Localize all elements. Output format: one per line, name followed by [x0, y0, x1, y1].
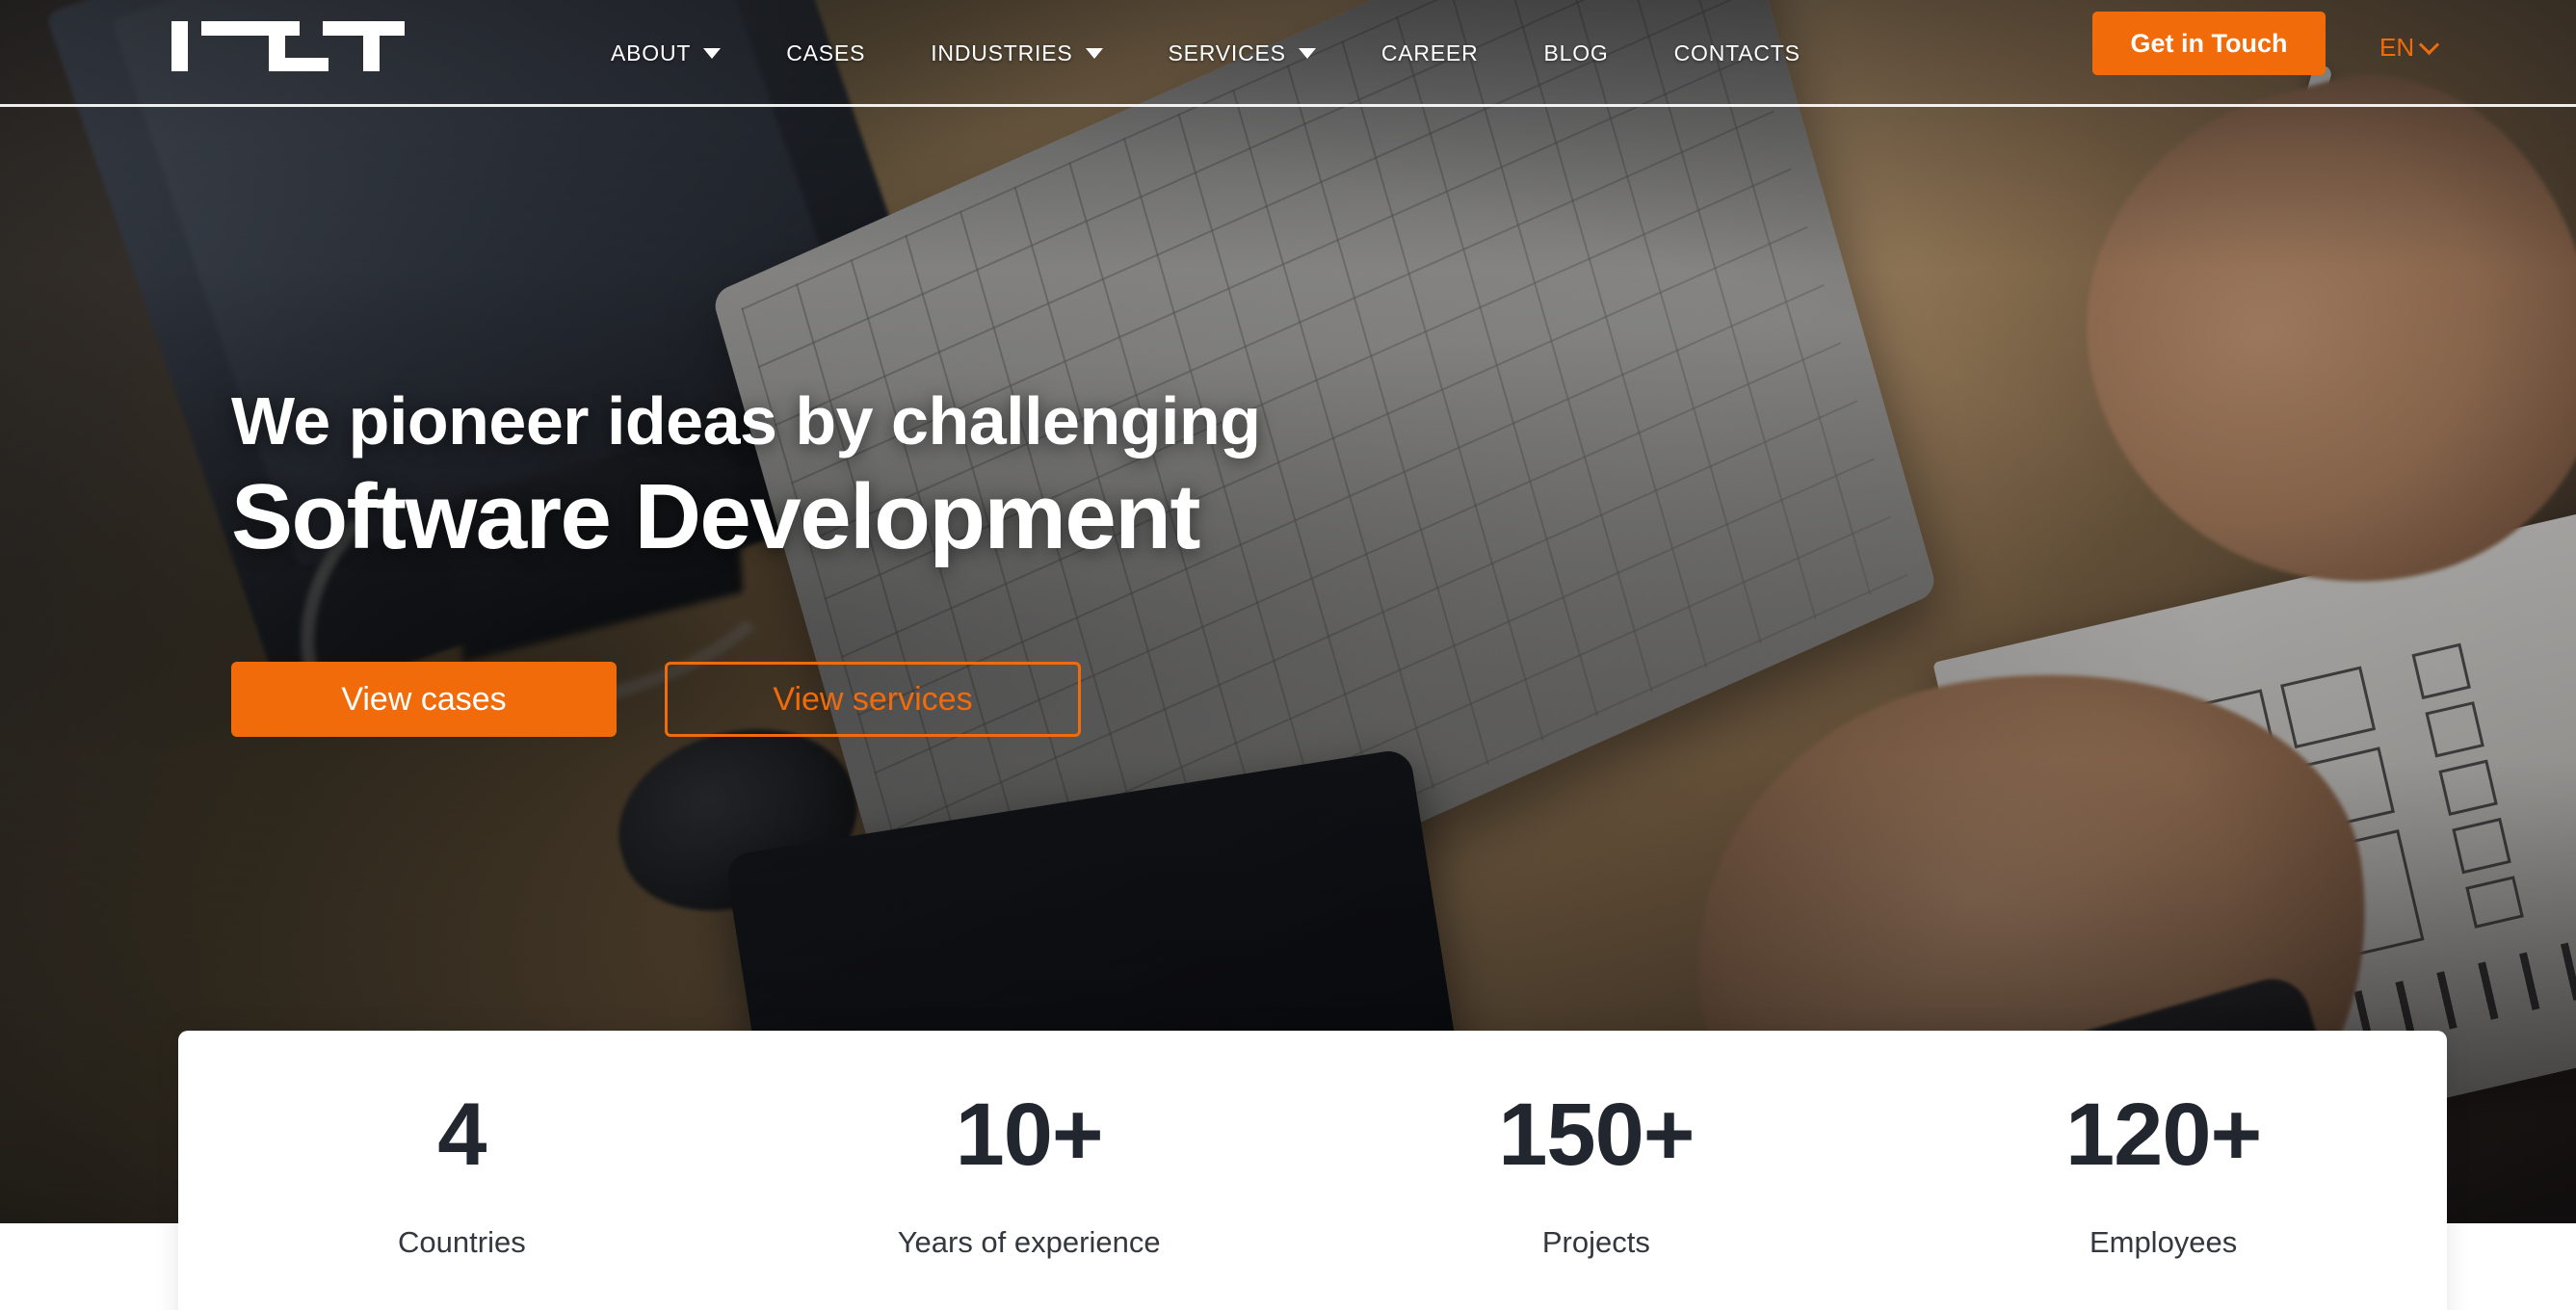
- nav-label-career: CAREER: [1380, 39, 1479, 66]
- stat-item-countries: 4 Countries: [178, 1031, 746, 1260]
- hero-heading-line2: Software Development: [231, 464, 1200, 568]
- logo-mark-i: [171, 21, 188, 71]
- stat-value: 120+: [2065, 1086, 2262, 1184]
- nav-item-blog[interactable]: BLOG: [1511, 40, 1641, 66]
- nav-label-industries: INDUSTRIES: [931, 39, 1073, 66]
- hero-heading-line1: We pioneer ideas by challenging: [231, 383, 1261, 458]
- stat-label: Years of experience: [897, 1225, 1161, 1259]
- nav-item-contacts[interactable]: CONTACTS: [1642, 40, 1833, 66]
- stat-label: Projects: [1541, 1225, 1650, 1259]
- main-nav: ABOUT CASES INDUSTRIES SERVICES CAREER B…: [578, 0, 1833, 106]
- stat-value: 150+: [1498, 1086, 1695, 1184]
- logo-mark-t-stem: [363, 21, 380, 71]
- logo-mark-l-stem: [269, 21, 285, 62]
- nav-label-blog: BLOG: [1543, 39, 1609, 66]
- chevron-down-icon: [703, 47, 722, 59]
- chevron-down-icon: [1085, 47, 1103, 59]
- stat-item-employees: 120+ Employees: [1879, 1031, 2447, 1260]
- view-cases-button[interactable]: View cases: [231, 662, 617, 738]
- nav-item-career[interactable]: CAREER: [1349, 40, 1511, 66]
- brand-logo[interactable]: [171, 13, 405, 71]
- view-services-button[interactable]: View services: [665, 662, 1081, 738]
- stat-item-years: 10+ Years of experience: [746, 1031, 1313, 1260]
- language-label: EN: [2379, 33, 2415, 62]
- nav-label-cases: CASES: [786, 39, 866, 66]
- nav-separator-line: [0, 104, 2576, 107]
- nav-label-contacts: CONTACTS: [1673, 39, 1801, 66]
- hero-content: We pioneer ideas by challenging Software…: [231, 383, 1261, 738]
- stat-label: Countries: [398, 1225, 526, 1259]
- chevron-down-icon: [2419, 34, 2440, 55]
- language-selector[interactable]: EN: [2379, 33, 2440, 63]
- stats-panel: 4 Countries 10+ Years of experience 150+…: [178, 1031, 2447, 1310]
- top-navigation-bar: ABOUT CASES INDUSTRIES SERVICES CAREER B…: [0, 0, 2576, 106]
- stat-value: 4: [437, 1086, 486, 1184]
- nav-item-services[interactable]: SERVICES: [1136, 40, 1349, 66]
- stat-value: 10+: [955, 1086, 1104, 1184]
- stat-item-projects: 150+ Projects: [1313, 1031, 1880, 1260]
- get-in-touch-button[interactable]: Get in Touch: [2092, 12, 2326, 75]
- nav-label-services: SERVICES: [1168, 39, 1286, 66]
- nav-item-industries[interactable]: INDUSTRIES: [898, 40, 1135, 66]
- nav-item-about[interactable]: ABOUT: [578, 40, 753, 66]
- stat-label: Employees: [2089, 1225, 2238, 1259]
- logo-mark-accent-bar: [270, 58, 329, 71]
- page-root: We pioneer ideas by challenging Software…: [0, 0, 2576, 1310]
- nav-item-cases[interactable]: CASES: [753, 40, 898, 66]
- hero-button-group: View cases View services: [231, 662, 1260, 738]
- nav-label-about: ABOUT: [611, 39, 692, 66]
- chevron-down-icon: [1298, 47, 1316, 59]
